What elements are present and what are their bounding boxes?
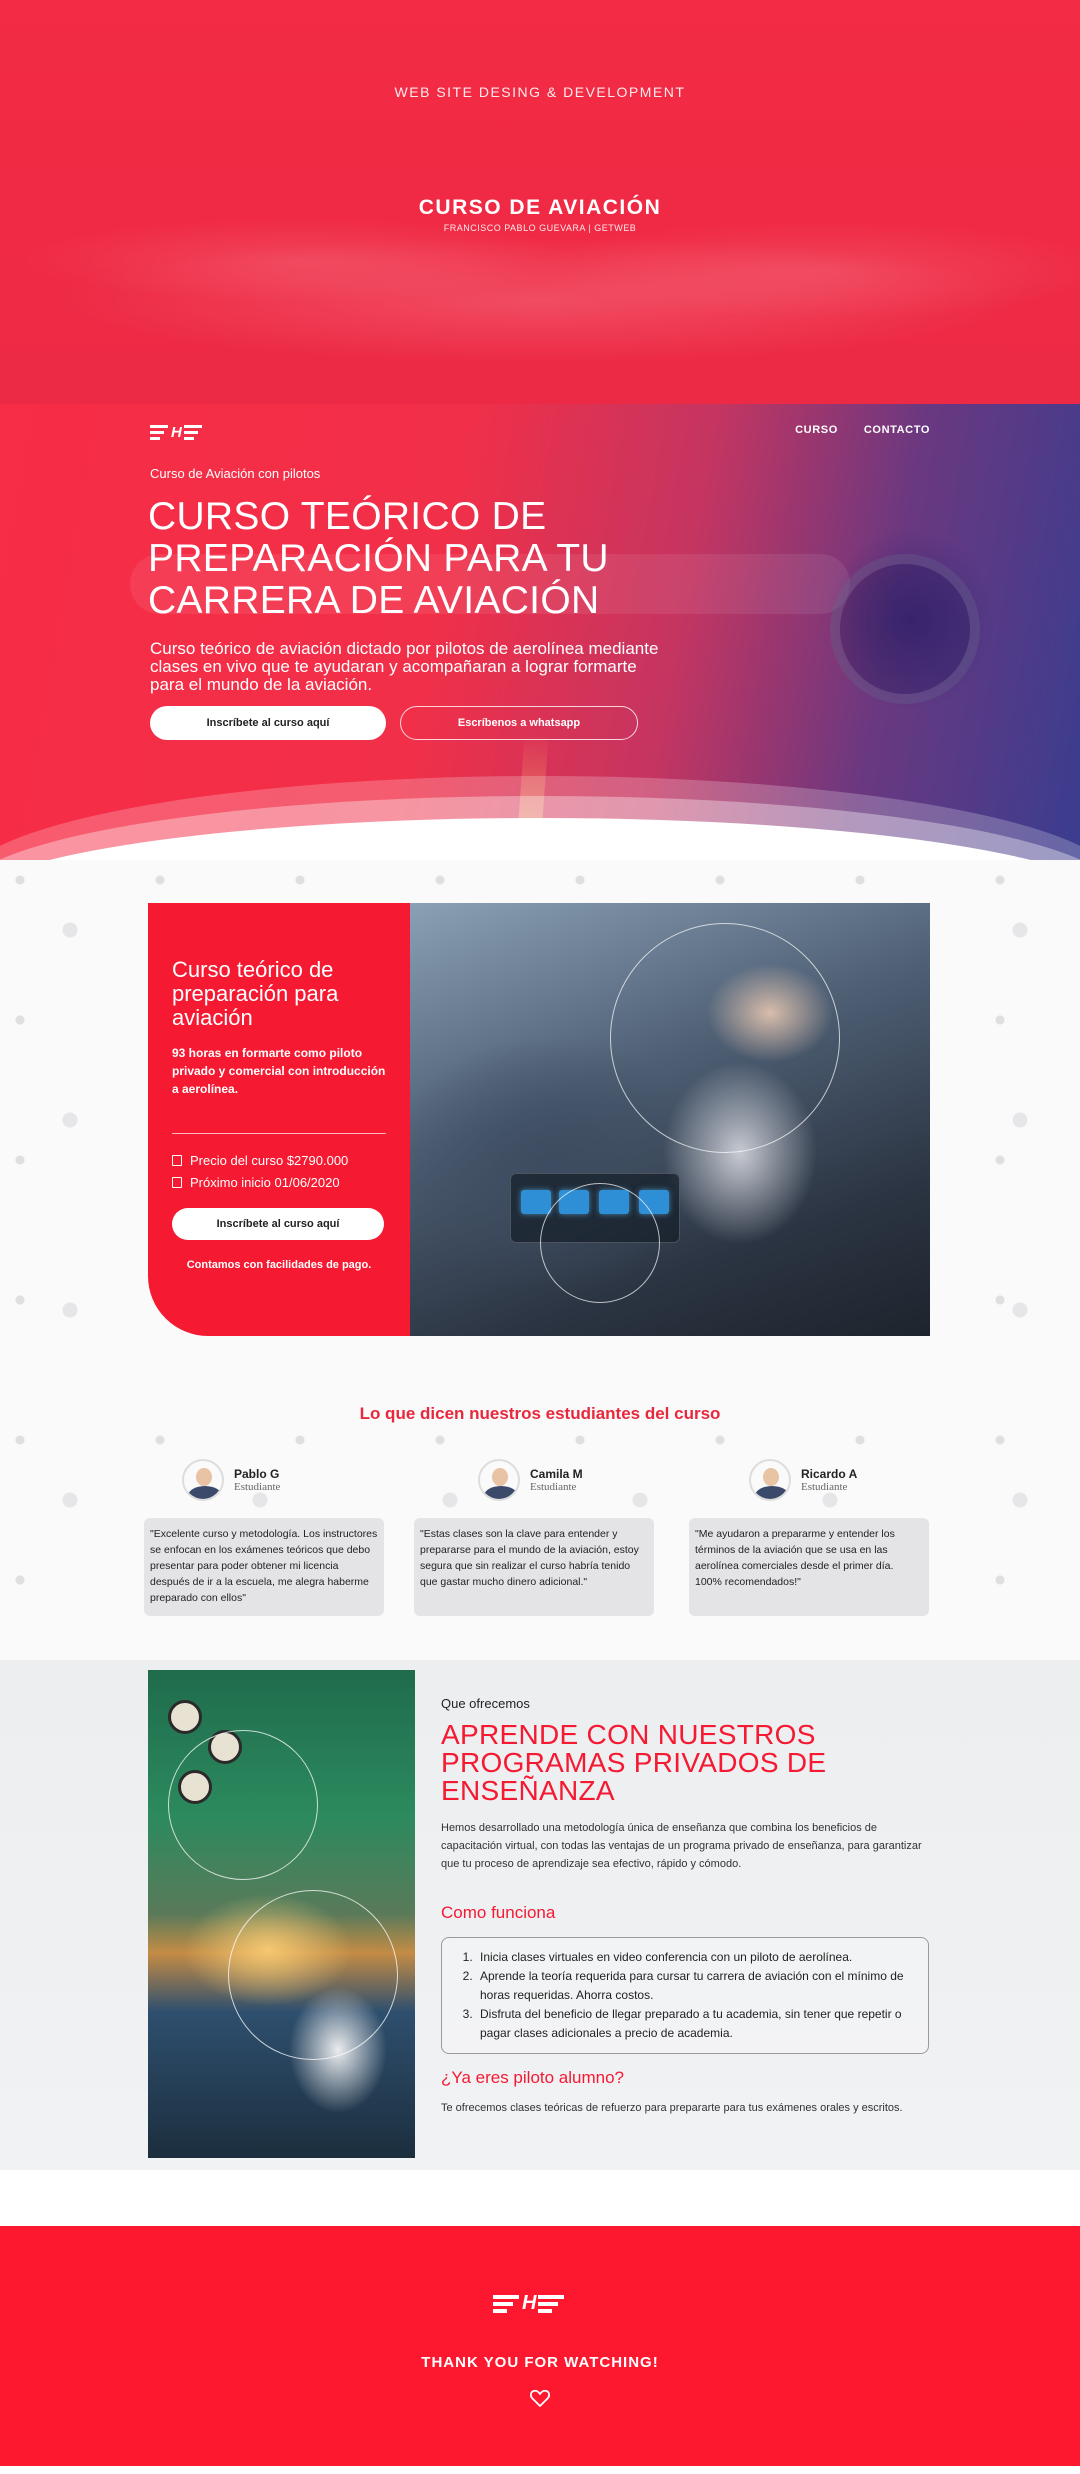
heart-icon[interactable]	[528, 2386, 552, 2410]
testimonial-card: Ricardo A Estudiante "Me ayudaron a prep…	[689, 1456, 929, 1616]
course-price-row: Precio del curso $2790.000	[172, 1150, 386, 1170]
offer-eyebrow: Que ofrecemos	[441, 1696, 530, 1711]
list-item: Disfruta del beneficio de llegar prepara…	[476, 2005, 914, 2043]
testimonial-header: Pablo G Estudiante	[182, 1456, 384, 1504]
footer: H THANK YOU FOR WATCHING!	[0, 2226, 1080, 2466]
testimonial-header: Camila M Estudiante	[478, 1456, 654, 1504]
footer-logo: H	[493, 2292, 565, 2315]
course-start: Próximo inicio 01/06/2020	[190, 1174, 340, 1190]
main-nav: CURSO CONTACTO	[795, 424, 930, 436]
logo-wings-left	[150, 425, 168, 440]
logo-mark: H	[522, 2292, 536, 2314]
avatar	[478, 1459, 520, 1501]
decor-ring-large	[228, 1890, 398, 2060]
course-card-info: Curso teórico de preparación para aviaci…	[148, 903, 410, 1336]
calendar-icon	[172, 1176, 182, 1188]
testimonials-title: Lo que dicen nuestros estudiantes del cu…	[359, 1404, 721, 1423]
course-enroll-button[interactable]: Inscríbete al curso aquí	[172, 1208, 384, 1240]
logo-wings-right	[538, 2294, 565, 2313]
gauge-decoration	[168, 1700, 202, 1734]
testimonial-name: Pablo G	[234, 1467, 280, 1481]
hero-title: CURSO TEÓRICO DE PREPARACIÓN PARA TU CAR…	[148, 495, 609, 622]
brand-logo[interactable]: H	[150, 424, 202, 441]
avatar	[749, 1459, 791, 1501]
hero-lead: Curso teórico de aviación dictado por pi…	[150, 639, 659, 694]
how-it-works-list: Inicia clases virtuales en video confere…	[441, 1937, 929, 2054]
enroll-button[interactable]: Inscríbete al curso aquí	[150, 706, 386, 740]
student-pilot-text: Te ofrecemos clases teóricas de refuerzo…	[441, 2102, 903, 2114]
testimonial-quote: "Excelente curso y metodología. Los inst…	[144, 1518, 384, 1616]
course-start-row: Próximo inicio 01/06/2020	[172, 1172, 386, 1192]
airplane-engine-illustration	[830, 554, 980, 704]
list-item: Inicia clases virtuales en video confere…	[476, 1948, 914, 1967]
course-divider	[172, 1133, 386, 1134]
testimonial-name: Camila M	[530, 1467, 583, 1481]
logo-wings-right	[183, 425, 202, 440]
testimonial-quote: "Me ayudaron a prepararme y entender los…	[689, 1518, 929, 1616]
decor-ring-large	[610, 923, 840, 1153]
testimonial-role: Estudiante	[801, 1481, 848, 1493]
student-pilot-question: ¿Ya eres piloto alumno?	[441, 2068, 625, 2087]
avatar	[182, 1459, 224, 1501]
offer-content: Que ofrecemos APRENDE CON NUESTROS PROGR…	[441, 1696, 929, 2114]
offer-description: Hemos desarrollado una metodología única…	[441, 1822, 922, 1870]
hero-eyebrow: Curso de Aviación con pilotos	[150, 466, 321, 481]
logo-mark: H	[171, 424, 182, 441]
whatsapp-button[interactable]: Escríbenos a whatsapp	[400, 706, 638, 740]
testimonial-header: Ricardo A Estudiante	[749, 1456, 929, 1504]
list-item: Aprende la teoría requerida para cursar …	[476, 1967, 914, 2005]
payment-note: Contamos con facilidades de pago.	[186, 1259, 372, 1271]
testimonial-role: Estudiante	[530, 1481, 577, 1493]
course-title: Curso teórico de preparación para aviaci…	[172, 957, 339, 1030]
decor-ring-small	[540, 1183, 660, 1303]
thanks-message: THANK YOU FOR WATCHING!	[421, 2354, 659, 2371]
bookmark-icon	[172, 1154, 182, 1166]
course-subtitle: 93 horas en formarte como piloto privado…	[172, 1046, 386, 1096]
logo-wings-left	[493, 2294, 519, 2313]
offer-section: Que ofrecemos APRENDE CON NUESTROS PROGR…	[0, 1660, 1080, 2170]
testimonial-card: Camila M Estudiante "Estas clases son la…	[414, 1456, 654, 1616]
banner-title: CURSO DE AVIACIÓN	[418, 196, 662, 219]
cockpit-captain-photo	[148, 1670, 415, 2158]
testimonial-card: Pablo G Estudiante "Excelente curso y me…	[144, 1456, 384, 1616]
testimonial-name: Ricardo A	[801, 1467, 858, 1481]
hero-section: H CURSO CONTACTO Curso de Aviación con p…	[0, 404, 1080, 860]
decor-ring-small	[168, 1730, 318, 1880]
cockpit-pilot-photo	[410, 903, 930, 1336]
testimonial-role: Estudiante	[234, 1481, 281, 1493]
how-it-works-title: Como funciona	[441, 1903, 556, 1922]
banner-author: FRANCISCO PABLO GUEVARA | GETWEB	[443, 223, 637, 233]
course-price: Precio del curso $2790.000	[190, 1152, 349, 1168]
presentation-banner: WEB SITE DESING & DEVELOPMENT CURSO DE A…	[0, 0, 1080, 404]
banner-kicker: WEB SITE DESING & DEVELOPMENT	[394, 84, 686, 100]
offer-title: APRENDE CON NUESTROS PROGRAMAS PRIVADOS …	[441, 1719, 827, 1806]
nav-contacto-link[interactable]: CONTACTO	[864, 424, 930, 436]
course-card: Curso teórico de preparación para aviaci…	[148, 903, 930, 1336]
nav-curso-link[interactable]: CURSO	[795, 424, 838, 436]
testimonial-quote: "Estas clases son la clave para entender…	[414, 1518, 654, 1616]
